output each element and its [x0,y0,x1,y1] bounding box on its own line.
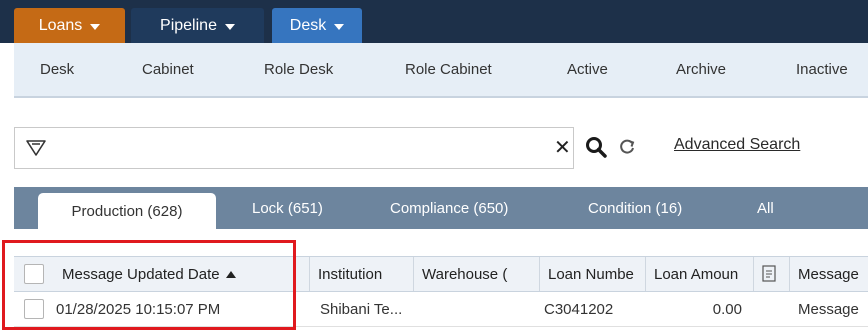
grid-header: Message Updated Date Institution Warehou… [14,256,868,292]
filter-icon[interactable] [25,138,47,158]
column-header-warehouse[interactable]: Warehouse ( [414,257,540,291]
chevron-down-icon [334,23,345,30]
subnav-item-cabinet[interactable]: Cabinet [142,43,194,96]
subnav-item-inactive[interactable]: Inactive [796,43,848,96]
tab-loans[interactable]: Loans [14,8,125,43]
select-all-cell [14,257,54,291]
subnav-item-role-cabinet[interactable]: Role Cabinet [405,43,492,96]
row-checkbox[interactable] [24,299,44,319]
sort-ascending-icon [225,270,236,278]
tab-loans-label: Loans [38,16,83,34]
subnav-item-role-desk[interactable]: Role Desk [264,43,333,96]
tab-pipeline-label: Pipeline [160,16,217,34]
chevron-down-icon [224,23,235,30]
column-header-loan-number[interactable]: Loan Numbe [540,257,646,291]
tab-pipeline[interactable]: Pipeline [131,8,264,43]
advanced-search-link[interactable]: Advanced Search [674,136,800,154]
subnav-item-desk[interactable]: Desk [40,43,74,96]
column-header-label: Message Updated Date [62,265,220,283]
tab-compliance[interactable]: Compliance (650) [390,187,508,229]
cell-message-updated-date: 01/28/2025 10:15:07 PM [56,300,221,318]
chevron-down-icon [90,23,101,30]
cell-warehouse [418,292,540,326]
column-header-message[interactable]: Message [790,257,868,291]
column-header-institution[interactable]: Institution [310,257,414,291]
select-all-checkbox[interactable] [24,264,44,284]
tab-desk[interactable]: Desk [272,8,362,43]
search-icon[interactable] [584,135,608,159]
clear-icon[interactable]: ✕ [554,135,571,159]
tab-condition[interactable]: Condition (16) [588,187,682,229]
subnav-item-archive[interactable]: Archive [676,43,726,96]
cell-loan-number: C3041202 [544,300,614,318]
column-header-loan-amount[interactable]: Loan Amoun [646,257,754,291]
cell-institution: Shibani Te... [320,300,403,318]
column-header-document-icon-cell[interactable] [754,257,790,291]
cell-message: Message [798,300,859,318]
tab-production[interactable]: Production (628) [38,193,216,229]
tab-all[interactable]: All [757,187,774,229]
tab-lock[interactable]: Lock (651) [252,187,323,229]
search-input[interactable] [55,134,525,162]
column-header-message-updated-date[interactable]: Message Updated Date [54,257,310,291]
view-tabs: Production (628) Lock (651) Compliance (… [14,187,868,229]
table-row[interactable]: 01/28/2025 10:15:07 PM Shibani Te... C30… [14,292,868,327]
top-navigation-bar: Loans Pipeline Desk [0,0,868,43]
search-box [14,127,574,169]
cell-loan-amount: 0.00 [712,300,742,318]
tab-desk-label: Desk [289,16,327,34]
refresh-icon[interactable] [617,137,637,157]
subnav-item-active[interactable]: Active [567,43,608,96]
sub-navigation-bar: Desk Cabinet Role Desk Role Cabinet Acti… [14,43,868,98]
document-icon [762,265,776,282]
